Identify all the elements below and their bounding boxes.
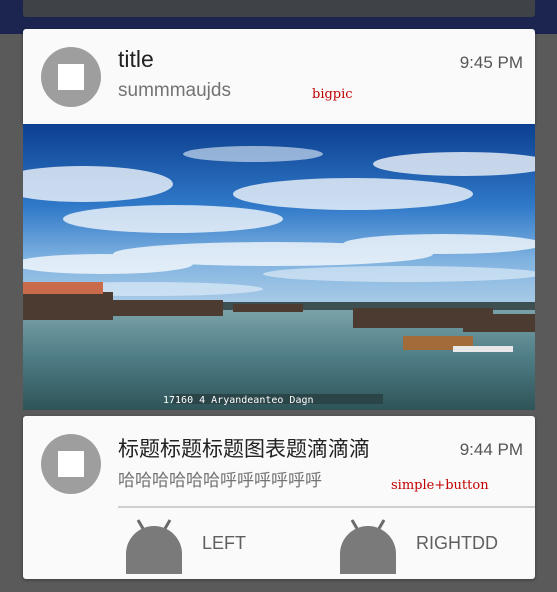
- notification-title: 标题标题标题图表题滴滴滴: [118, 437, 370, 461]
- action-button-left[interactable]: LEFT: [124, 512, 246, 574]
- action-divider: [118, 506, 535, 508]
- notification-bigpic[interactable]: title summmaujds 9:45 PM bigpic: [23, 29, 535, 124]
- previous-notification-edge: [23, 0, 535, 17]
- notification-text: 哈哈哈哈哈哈呼呼呼呼呼呼: [118, 471, 322, 491]
- action-button-label: LEFT: [202, 532, 247, 553]
- notification-time: 9:45 PM: [459, 53, 523, 72]
- notification-title: title: [118, 46, 154, 72]
- app-icon: [41, 434, 101, 494]
- android-robot-icon: [124, 512, 184, 574]
- notification-style-tag: bigpic: [312, 87, 353, 102]
- action-button-label: RIGHTDD: [416, 532, 498, 553]
- notification-text: summmaujds: [118, 80, 231, 101]
- notification-style-tag: simple+button: [391, 478, 489, 493]
- picture-caption: 17160 4 Aryandeanteo Dagn: [163, 395, 314, 406]
- notification-time: 9:44 PM: [459, 440, 523, 459]
- big-picture-image[interactable]: 17160 4 Aryandeanteo Dagn: [23, 124, 535, 410]
- app-icon: [41, 47, 101, 107]
- action-button-right[interactable]: RIGHTDD: [338, 512, 498, 574]
- android-robot-icon: [338, 512, 398, 574]
- notification-simple-button[interactable]: 标题标题标题图表题滴滴滴 哈哈哈哈哈哈呼呼呼呼呼呼 9:44 PM simple…: [23, 416, 535, 579]
